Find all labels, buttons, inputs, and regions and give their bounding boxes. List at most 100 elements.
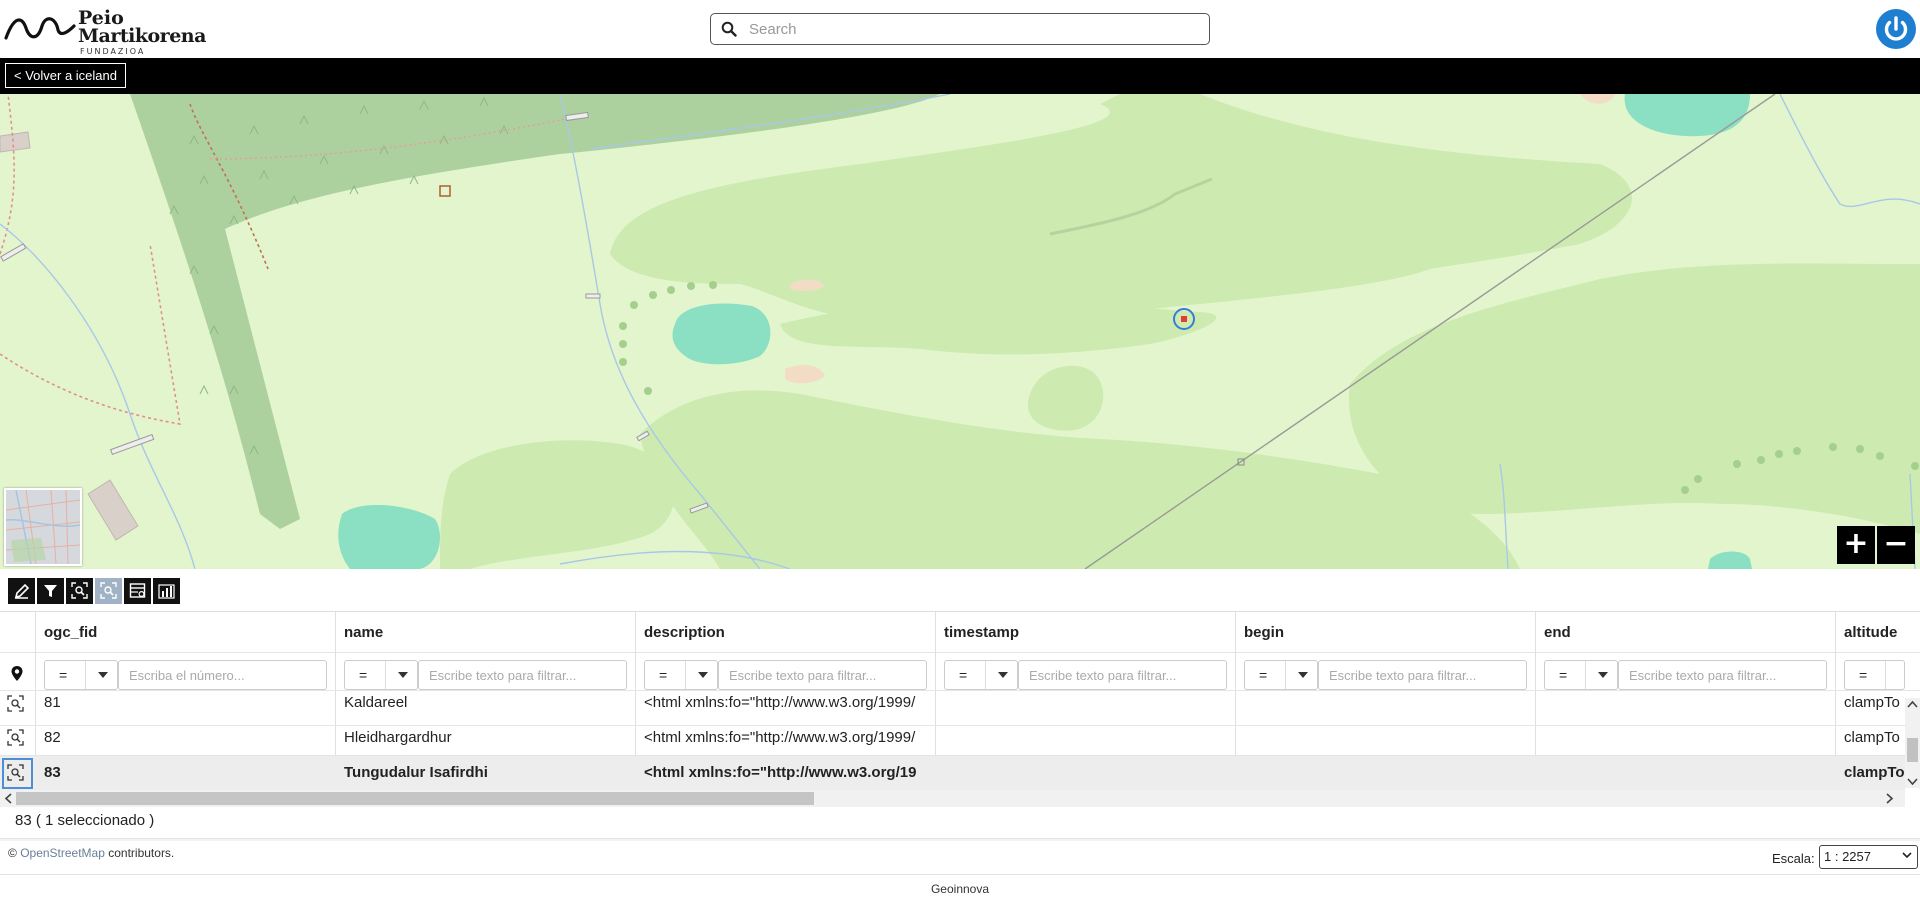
zoom-out-button[interactable]: − — [1877, 526, 1915, 564]
edit-button[interactable] — [8, 578, 35, 604]
horizontal-scrollbar[interactable] — [0, 790, 1905, 807]
power-button[interactable] — [1876, 9, 1916, 49]
logo-line-3: FUNDAZIOA — [80, 47, 146, 56]
operator-divider — [385, 661, 386, 689]
zoom-selection-button[interactable] — [66, 578, 93, 604]
vertical-scrollbar[interactable] — [1905, 698, 1920, 788]
chevron-down-icon[interactable] — [1907, 778, 1918, 786]
map-attribution: © OpenStreetMap contributors. — [8, 846, 174, 860]
cell-name: Kaldareel — [344, 694, 408, 711]
chevron-down-icon — [998, 672, 1008, 678]
attribute-table: ogc_fid name description timestamp begin… — [0, 611, 1920, 811]
filter-input-ogc-fid[interactable]: Escriba el número... — [118, 660, 327, 690]
operator-value: = — [959, 667, 968, 683]
operator-divider — [1885, 661, 1886, 689]
zoom-to-row-icon — [100, 582, 117, 599]
nav-bar: < Volver a iceland — [0, 58, 1920, 94]
record-count: 83 ( 1 seleccionado ) — [15, 812, 155, 829]
cell-description: <html xmlns:fo="http://www.w3.org/19 — [644, 764, 917, 781]
chevron-down-icon — [698, 672, 708, 678]
operator-value: = — [59, 667, 68, 683]
operator-value: = — [359, 667, 368, 683]
column-header-ogc-fid[interactable]: ogc_fid — [44, 624, 97, 641]
zoom-to-row-button[interactable] — [95, 578, 122, 604]
cell-name: Hleidhargardhur — [344, 729, 452, 746]
attribution-prefix: © — [8, 846, 21, 860]
column-header-name[interactable]: name — [344, 624, 383, 641]
cell-description: <html xmlns:fo="http://www.w3.org/1999/ — [644, 729, 916, 746]
column-header-begin[interactable]: begin — [1244, 624, 1284, 641]
osm-link[interactable]: OpenStreetMap — [20, 846, 105, 860]
zoom-to-row-icon[interactable] — [7, 764, 24, 781]
operator-select-begin[interactable]: = — [1244, 660, 1318, 690]
zoom-to-row-icon[interactable] — [7, 695, 24, 712]
table-settings-button[interactable] — [124, 578, 151, 604]
attribution-suffix: contributors. — [104, 846, 175, 860]
footer-divider — [0, 838, 1920, 841]
operator-value: = — [1259, 667, 1268, 683]
vertical-scroll-thumb[interactable] — [1907, 738, 1918, 762]
cell-altitude: clampTo — [1844, 729, 1900, 746]
operator-divider — [1585, 661, 1586, 689]
filter-input-end[interactable]: Escribe texto para filtrar... — [1618, 660, 1827, 690]
search-bar[interactable] — [710, 13, 1210, 45]
chart-button[interactable] — [153, 578, 180, 604]
cell-altitude: clampTo — [1844, 694, 1900, 711]
operator-divider — [685, 661, 686, 689]
zoom-to-row-icon[interactable] — [7, 729, 24, 746]
logo-line-2: Martikorena — [78, 25, 206, 47]
filter-input-begin[interactable]: Escribe texto para filtrar... — [1318, 660, 1527, 690]
scale-select[interactable]: 1 : 2257 — [1819, 845, 1918, 869]
operator-divider — [1285, 661, 1286, 689]
cell-ogc-fid: 81 — [44, 694, 61, 711]
map-view[interactable]: + − — [0, 94, 1920, 569]
table-row-selected[interactable]: 83 Tungudalur Isafirdhi <html xmlns:fo="… — [0, 756, 1905, 791]
chevron-right-icon[interactable] — [1886, 793, 1894, 804]
search-input[interactable] — [749, 18, 1189, 40]
chevron-left-icon[interactable] — [4, 793, 12, 804]
cell-name: Tungudalur Isafirdhi — [344, 764, 488, 781]
logo-wave-icon — [4, 17, 76, 40]
operator-value: = — [1559, 667, 1568, 683]
scale-label: Escala: — [1772, 851, 1815, 866]
column-header-timestamp[interactable]: timestamp — [944, 624, 1019, 641]
horizontal-scroll-thumb[interactable] — [16, 792, 814, 805]
column-header-description[interactable]: description — [644, 624, 725, 641]
overview-map[interactable] — [4, 488, 82, 566]
operator-select-timestamp[interactable]: = — [944, 660, 1018, 690]
table-settings-icon — [129, 583, 146, 598]
chevron-down-icon — [98, 672, 108, 678]
operator-select-altitude[interactable]: = — [1844, 660, 1905, 690]
filter-input-name[interactable]: Escribe texto para filtrar... — [418, 660, 627, 690]
operator-divider — [85, 661, 86, 689]
chevron-down-icon — [1902, 852, 1912, 859]
overview-map-thumbnail — [6, 490, 80, 564]
table-row[interactable]: 82 Hleidhargardhur <html xmlns:fo="http:… — [0, 721, 1905, 756]
app-header: Peio Martikorena FUNDAZIOA — [0, 0, 1920, 58]
chevron-down-icon — [398, 672, 408, 678]
zoom-in-button[interactable]: + — [1837, 526, 1875, 564]
scale-value: 1 : 2257 — [1824, 849, 1871, 864]
operator-select-end[interactable]: = — [1544, 660, 1618, 690]
search-icon — [721, 21, 737, 37]
map-pin-icon[interactable] — [10, 665, 24, 682]
chevron-down-icon — [1598, 672, 1608, 678]
chart-icon — [158, 584, 175, 599]
operator-select-description[interactable]: = — [644, 660, 718, 690]
back-button[interactable]: < Volver a iceland — [5, 63, 126, 88]
column-header-end[interactable]: end — [1544, 624, 1571, 641]
operator-select-name[interactable]: = — [344, 660, 418, 690]
chevron-down-icon — [1298, 672, 1308, 678]
operator-select-ogc-fid[interactable]: = — [44, 660, 118, 690]
cell-altitude: clampTo — [1844, 764, 1904, 781]
filter-input-description[interactable]: Escribe texto para filtrar... — [718, 660, 927, 690]
cell-description: <html xmlns:fo="http://www.w3.org/1999/ — [644, 694, 916, 711]
logo[interactable]: Peio Martikorena FUNDAZIOA — [4, 8, 206, 56]
map-canvas[interactable] — [0, 94, 1920, 569]
chevron-up-icon[interactable] — [1907, 700, 1918, 708]
footer-divider — [0, 874, 1920, 875]
footer-credit[interactable]: Geoinnova — [0, 882, 1920, 896]
filter-input-timestamp[interactable]: Escribe texto para filtrar... — [1018, 660, 1227, 690]
column-header-altitude[interactable]: altitude — [1844, 624, 1897, 641]
filter-button[interactable] — [37, 578, 64, 604]
